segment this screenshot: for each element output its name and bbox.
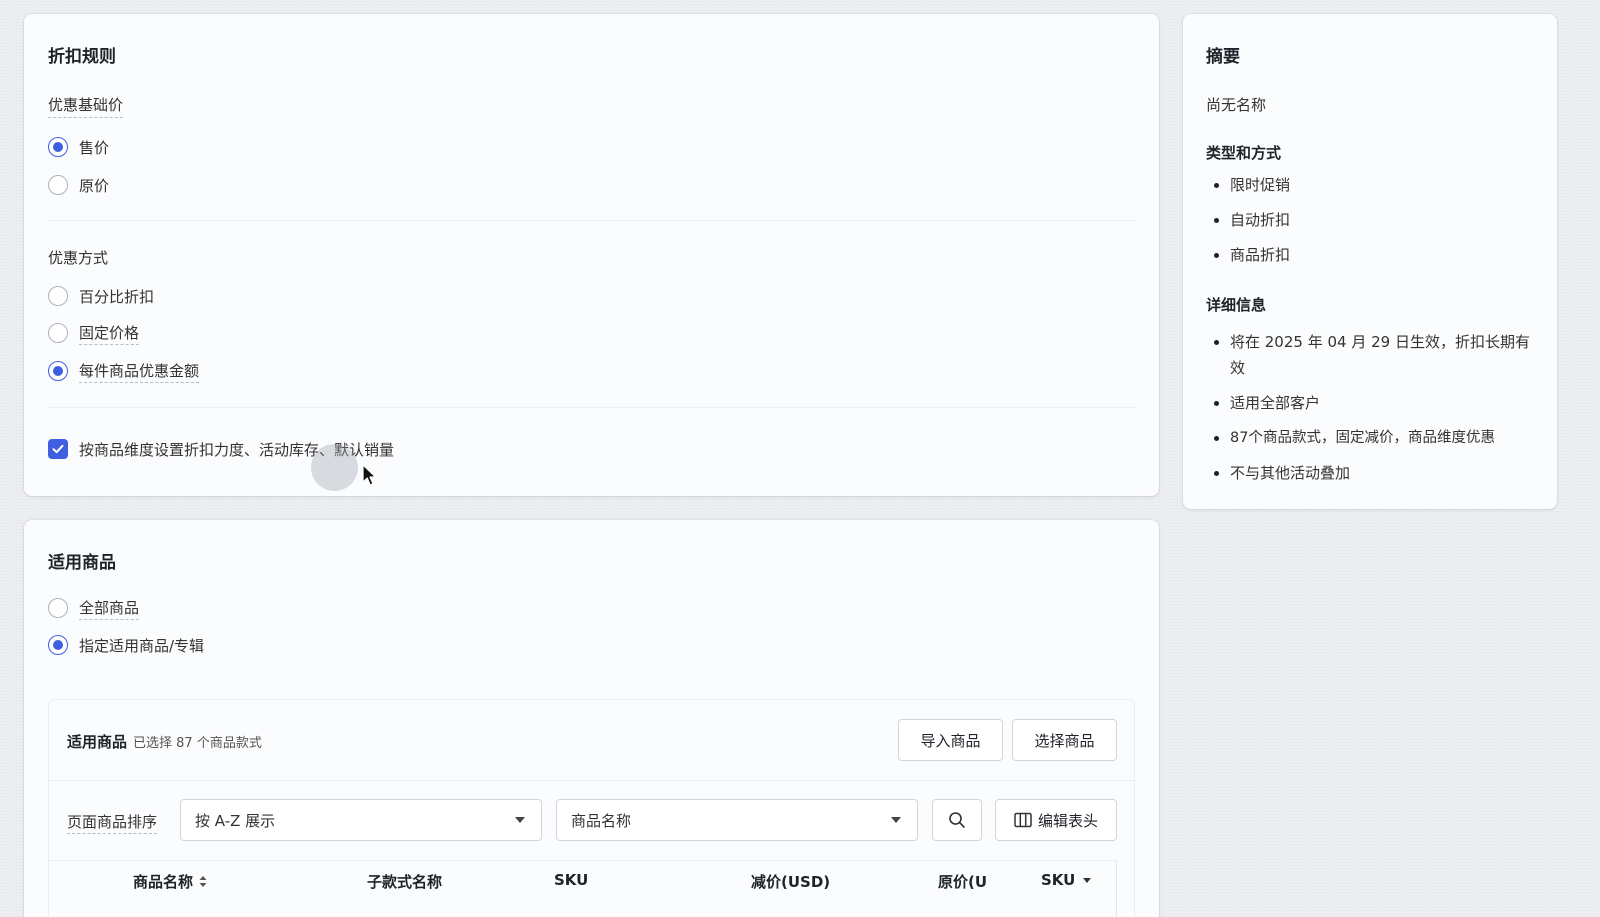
list-item: 商品折扣	[1206, 242, 1536, 268]
import-products-button[interactable]: 导入商品	[898, 719, 1003, 761]
column-header-sku-dropdown[interactable]: SKU	[1041, 871, 1092, 889]
radio-label: 售价	[79, 138, 110, 157]
radio-unchecked[interactable]	[48, 286, 68, 306]
column-header-variant-name: 子款式名称	[367, 873, 443, 891]
column-header-product-name[interactable]: 商品名称	[133, 871, 207, 892]
list-item: 适用全部客户	[1206, 390, 1536, 416]
products-table-header: 商品名称 子款式名称 SKU 减价(USD) 原价(U SKU	[49, 860, 1117, 917]
sort-icon[interactable]	[199, 875, 207, 888]
base-price-option-sale[interactable]: 售价	[48, 135, 109, 159]
columns-icon	[1014, 812, 1032, 828]
radio-checked[interactable]	[48, 361, 68, 381]
sort-select[interactable]: 按 A-Z 展示	[180, 799, 542, 841]
summary-card: 摘要 尚无名称 类型和方式 限时促销 自动折扣 商品折扣 详细信息 将在 202…	[1183, 14, 1557, 509]
divider	[48, 220, 1135, 221]
search-button[interactable]	[932, 799, 982, 841]
discount-rules-card: 折扣规则 优惠基础价 售价 原价 优惠方式 百分比折扣 固定价格 每件商品优惠金…	[24, 14, 1159, 496]
products-panel-header: 适用商品 已选择 87 个商品款式	[67, 731, 262, 752]
divider	[48, 407, 1135, 408]
products-panel: 适用商品 已选择 87 个商品款式 导入商品 选择商品 页面商品排序 按 A-Z…	[48, 699, 1135, 917]
divider	[49, 780, 1134, 781]
applicable-products-card: 适用商品 全部商品 指定适用商品/专辑 适用商品 已选择 87 个商品款式 导入…	[24, 520, 1159, 917]
method-option-fixed-price[interactable]: 固定价格	[48, 321, 140, 345]
radio-label: 每件商品优惠金额	[79, 360, 200, 383]
discount-rules-title: 折扣规则	[48, 47, 116, 67]
select-products-button[interactable]: 选择商品	[1012, 719, 1117, 761]
edit-columns-label: 编辑表头	[1037, 811, 1098, 830]
products-panel-title: 适用商品	[67, 733, 128, 751]
radio-label: 固定价格	[79, 322, 140, 345]
column-header-label: 商品名称	[133, 873, 194, 891]
applicable-products-title: 适用商品	[48, 553, 116, 573]
mouse-cursor-icon	[362, 464, 377, 486]
base-price-label: 优惠基础价	[48, 94, 124, 118]
column-header-label: SKU	[1041, 871, 1076, 889]
summary-type-title: 类型和方式	[1206, 144, 1282, 162]
summary-detail-list: 将在 2025 年 04 月 29 日生效，折扣长期有效 适用全部客户 87个商…	[1206, 329, 1536, 486]
selected-count-text: 已选择 87 个商品款式	[133, 736, 262, 751]
radio-label: 指定适用商品/专辑	[79, 636, 205, 655]
summary-name: 尚无名称	[1206, 96, 1267, 114]
products-option-all[interactable]: 全部商品	[48, 596, 140, 620]
method-option-amount-off[interactable]: 每件商品优惠金额	[48, 359, 200, 383]
check-icon	[52, 444, 64, 454]
method-option-percentage[interactable]: 百分比折扣	[48, 284, 154, 308]
radio-label: 全部商品	[79, 597, 140, 620]
edit-columns-button[interactable]: 编辑表头	[995, 799, 1117, 841]
checkbox-checked[interactable]	[48, 439, 68, 459]
search-field-select[interactable]: 商品名称	[556, 799, 918, 841]
sort-select-value: 按 A-Z 展示	[195, 811, 276, 830]
radio-unchecked[interactable]	[48, 598, 68, 618]
radio-unchecked[interactable]	[48, 175, 68, 195]
column-header-discount-usd: 减价(USD)	[751, 873, 831, 891]
list-item: 87个商品款式，固定减价，商品维度优惠	[1206, 425, 1536, 451]
search-field-select-value: 商品名称	[571, 811, 632, 830]
chevron-down-icon	[515, 817, 525, 823]
chevron-down-icon[interactable]	[1083, 877, 1092, 883]
chevron-down-icon	[891, 817, 901, 823]
summary-type-list: 限时促销 自动折扣 商品折扣	[1206, 172, 1536, 268]
radio-label: 百分比折扣	[79, 287, 155, 306]
column-header-original-price: 原价(U	[938, 873, 988, 891]
list-item: 将在 2025 年 04 月 29 日生效，折扣长期有效	[1206, 329, 1536, 381]
base-price-option-original[interactable]: 原价	[48, 173, 109, 197]
list-item: 不与其他活动叠加	[1206, 460, 1536, 486]
summary-detail-title: 详细信息	[1206, 296, 1267, 314]
click-ripple	[311, 444, 358, 491]
summary-title: 摘要	[1206, 47, 1240, 67]
column-header-sku: SKU	[554, 871, 589, 889]
list-item: 自动折扣	[1206, 207, 1536, 233]
radio-label: 原价	[79, 176, 110, 195]
radio-checked[interactable]	[48, 137, 68, 157]
products-option-specified[interactable]: 指定适用商品/专辑	[48, 633, 204, 657]
radio-checked[interactable]	[48, 635, 68, 655]
method-label: 优惠方式	[48, 249, 109, 267]
radio-unchecked[interactable]	[48, 323, 68, 343]
sort-label: 页面商品排序	[67, 811, 158, 834]
search-icon	[949, 812, 965, 828]
list-item: 限时促销	[1206, 172, 1536, 198]
